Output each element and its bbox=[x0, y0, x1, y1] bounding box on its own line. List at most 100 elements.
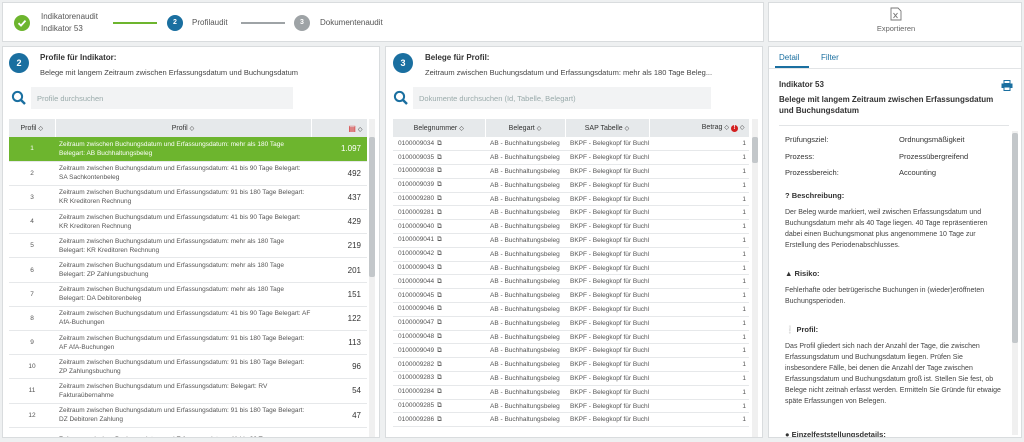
betrag-cell: 1 bbox=[649, 192, 749, 207]
profiles-scrollbar[interactable] bbox=[369, 119, 375, 437]
copy-icon[interactable]: ⧉ bbox=[437, 195, 442, 202]
table-row[interactable]: 0100009034 ⧉ AB - Buchhaltungsbeleg BKPF - … bbox=[393, 137, 749, 152]
table-row[interactable]: 11 Zeitraum zwischen Buchungsdatum und Er… bbox=[9, 378, 367, 404]
table-row[interactable]: 0100009286 ⧉ AB - Buchhaltungsbeleg BKPF - … bbox=[393, 412, 749, 428]
table-row[interactable]: 4 Zeitraum zwischen Buchungsdatum und Erf… bbox=[9, 209, 367, 235]
copy-icon[interactable]: ⧉ bbox=[437, 264, 442, 271]
tab-detail[interactable]: Detail bbox=[779, 53, 799, 62]
field-prozessbereich-value: Accounting bbox=[899, 168, 937, 177]
copy-icon[interactable]: ⧉ bbox=[437, 140, 442, 147]
table-row[interactable]: 0100009280 ⧉ AB - Buchhaltungsbeleg BKPF - … bbox=[393, 192, 749, 207]
table-row[interactable]: 0100009048 ⧉ AB - Buchhaltungsbeleg BKPF - … bbox=[393, 330, 749, 345]
detail-scrollbar[interactable] bbox=[1012, 131, 1018, 435]
step1-sub: Indikator 53 bbox=[41, 24, 83, 33]
copy-icon[interactable]: ⧉ bbox=[437, 167, 442, 174]
detail-divider bbox=[779, 125, 1009, 126]
copy-icon[interactable]: ⧉ bbox=[437, 292, 442, 299]
copy-icon[interactable]: ⧉ bbox=[437, 305, 442, 312]
copy-icon[interactable]: ⧉ bbox=[437, 388, 442, 395]
step1-title[interactable]: Indikatorenaudit bbox=[41, 12, 98, 21]
col-belegart[interactable]: Belegart ◇ bbox=[485, 119, 566, 137]
table-row[interactable]: 6 Zeitraum zwischen Buchungsdatum und Erf… bbox=[9, 257, 367, 283]
step2-label[interactable]: Profilaudit bbox=[192, 18, 228, 27]
sort-icon: ◇ bbox=[536, 125, 542, 132]
belegnummer-cell: 0100009044 ⧉ bbox=[393, 274, 485, 290]
col-sap-tabelle[interactable]: SAP Tabelle ◇ bbox=[565, 119, 650, 137]
search-icon bbox=[393, 90, 408, 105]
belegnummer-cell: 0100009284 ⧉ bbox=[393, 385, 485, 400]
profiles-search-input[interactable] bbox=[31, 87, 293, 109]
col-pdf[interactable]: ▤ ◇ bbox=[311, 119, 368, 137]
tab-filter[interactable]: Filter bbox=[821, 53, 839, 62]
table-row[interactable]: 12 Zeitraum zwischen Buchungsdatum und Er… bbox=[9, 403, 367, 428]
step2-circle[interactable]: 2 bbox=[167, 15, 183, 31]
betrag-cell: 1 bbox=[649, 343, 749, 359]
print-icon[interactable] bbox=[1001, 80, 1013, 93]
copy-icon[interactable]: ⧉ bbox=[437, 402, 442, 409]
profiles-scroll-thumb[interactable] bbox=[369, 137, 375, 277]
profile-number: 11 bbox=[9, 378, 55, 404]
table-row[interactable]: 7 Zeitraum zwischen Buchungsdatum und Erf… bbox=[9, 282, 367, 307]
excel-file-icon bbox=[890, 7, 902, 21]
docs-scrollbar[interactable] bbox=[752, 119, 758, 437]
copy-icon[interactable]: ⧉ bbox=[437, 223, 442, 230]
copy-icon[interactable]: ⧉ bbox=[437, 347, 442, 354]
table-row[interactable]: 0100009044 ⧉ AB - Buchhaltungsbeleg BKPF - … bbox=[393, 274, 749, 290]
copy-icon[interactable]: ⧉ bbox=[437, 361, 442, 368]
table-row[interactable]: 0100009046 ⧉ AB - Buchhaltungsbeleg BKPF - … bbox=[393, 302, 749, 317]
profiles-title: Profile für Indikator: bbox=[40, 53, 117, 62]
copy-icon[interactable]: ⧉ bbox=[437, 319, 442, 326]
table-row[interactable]: 0100009281 ⧉ AB - Buchhaltungsbeleg BKPF - … bbox=[393, 205, 749, 221]
docs-search-input[interactable] bbox=[413, 87, 711, 109]
table-row[interactable]: 8 Zeitraum zwischen Buchungsdatum und Erf… bbox=[9, 306, 367, 332]
profile-count: 47 bbox=[311, 403, 367, 428]
table-row[interactable]: 0100009035 ⧉ AB - Buchhaltungsbeleg BKPF - … bbox=[393, 150, 749, 166]
table-row[interactable]: 0100009047 ⧉ AB - Buchhaltungsbeleg BKPF - … bbox=[393, 316, 749, 331]
table-row[interactable]: 3 Zeitraum zwischen Buchungsdatum und Erf… bbox=[9, 185, 367, 211]
copy-icon[interactable]: ⧉ bbox=[437, 416, 442, 423]
table-row[interactable]: 0100009045 ⧉ AB - Buchhaltungsbeleg BKPF - … bbox=[393, 288, 749, 304]
docs-scroll-thumb[interactable] bbox=[752, 137, 758, 163]
table-row[interactable]: 0100009040 ⧉ AB - Buchhaltungsbeleg BKPF - … bbox=[393, 219, 749, 235]
table-row[interactable]: 0100009041 ⧉ AB - Buchhaltungsbeleg BKPF - … bbox=[393, 233, 749, 248]
table-row[interactable]: 0100009283 ⧉ AB - Buchhaltungsbeleg BKPF - … bbox=[393, 371, 749, 386]
detail-scroll-thumb[interactable] bbox=[1012, 133, 1018, 343]
table-row[interactable]: 0100009049 ⧉ AB - Buchhaltungsbeleg BKPF - … bbox=[393, 343, 749, 359]
profile-count: 219 bbox=[311, 233, 367, 259]
copy-icon[interactable]: ⧉ bbox=[437, 236, 442, 243]
table-row[interactable]: 0100009039 ⧉ AB - Buchhaltungsbeleg BKPF - … bbox=[393, 178, 749, 193]
table-row[interactable]: 0100009043 ⧉ AB - Buchhaltungsbeleg BKPF - … bbox=[393, 261, 749, 276]
step3-label[interactable]: Dokumentenaudit bbox=[320, 18, 383, 27]
table-row[interactable]: 2 Zeitraum zwischen Buchungsdatum und Erf… bbox=[9, 161, 367, 186]
table-row[interactable]: 5 Zeitraum zwischen Buchungsdatum und Erf… bbox=[9, 233, 367, 259]
col-betrag[interactable]: Betrag ◇ ! ◇ bbox=[649, 119, 750, 137]
export-button[interactable]: Exportieren bbox=[859, 7, 933, 39]
copy-icon[interactable]: ⧉ bbox=[437, 181, 442, 188]
table-row[interactable]: 0100009284 ⧉ AB - Buchhaltungsbeleg BKPF - … bbox=[393, 385, 749, 400]
copy-icon[interactable]: ⧉ bbox=[437, 374, 442, 381]
step3-circle[interactable]: 3 bbox=[294, 15, 310, 31]
table-row[interactable]: 0100009285 ⧉ AB - Buchhaltungsbeleg BKPF - … bbox=[393, 399, 749, 414]
table-row[interactable]: 1 Zeitraum zwischen Buchungsdatum und Erf… bbox=[9, 137, 367, 162]
copy-icon[interactable]: ⧉ bbox=[437, 278, 442, 285]
table-row[interactable]: 0100009282 ⧉ AB - Buchhaltungsbeleg BKPF - … bbox=[393, 357, 749, 373]
belegnummer-cell: 0100009046 ⧉ bbox=[393, 302, 485, 317]
belegnummer-cell: 0100009034 ⧉ bbox=[393, 137, 485, 152]
copy-icon[interactable]: ⧉ bbox=[437, 333, 442, 340]
copy-icon[interactable]: ⧉ bbox=[437, 250, 442, 257]
table-row[interactable]: 0100009038 ⧉ AB - Buchhaltungsbeleg BKPF - … bbox=[393, 164, 749, 179]
col-belegnummer[interactable]: Belegnummer ◇ bbox=[393, 119, 486, 137]
table-row[interactable]: Zeitraum zwischen Buchungsdatum und Erfa… bbox=[9, 427, 367, 437]
table-row[interactable]: 0100009042 ⧉ AB - Buchhaltungsbeleg BKPF - … bbox=[393, 247, 749, 262]
col-profil-num[interactable]: Profil ◇ bbox=[9, 119, 56, 137]
belegnummer: 0100009035 bbox=[398, 153, 435, 161]
profile-text: Das Profil gliedert sich nach der Anzahl… bbox=[785, 343, 1001, 405]
table-row[interactable]: 10 Zeitraum zwischen Buchungsdatum und Er… bbox=[9, 354, 367, 380]
belegnummer: 0100009045 bbox=[398, 291, 435, 299]
copy-icon[interactable]: ⧉ bbox=[437, 209, 442, 216]
copy-icon[interactable]: ⧉ bbox=[437, 154, 442, 161]
next-heading-icon: ● bbox=[785, 430, 790, 438]
table-row[interactable]: 9 Zeitraum zwischen Buchungsdatum und Erf… bbox=[9, 330, 367, 356]
col-profil-text[interactable]: Profil ◇ bbox=[55, 119, 312, 137]
step1-check-icon[interactable] bbox=[14, 15, 30, 31]
